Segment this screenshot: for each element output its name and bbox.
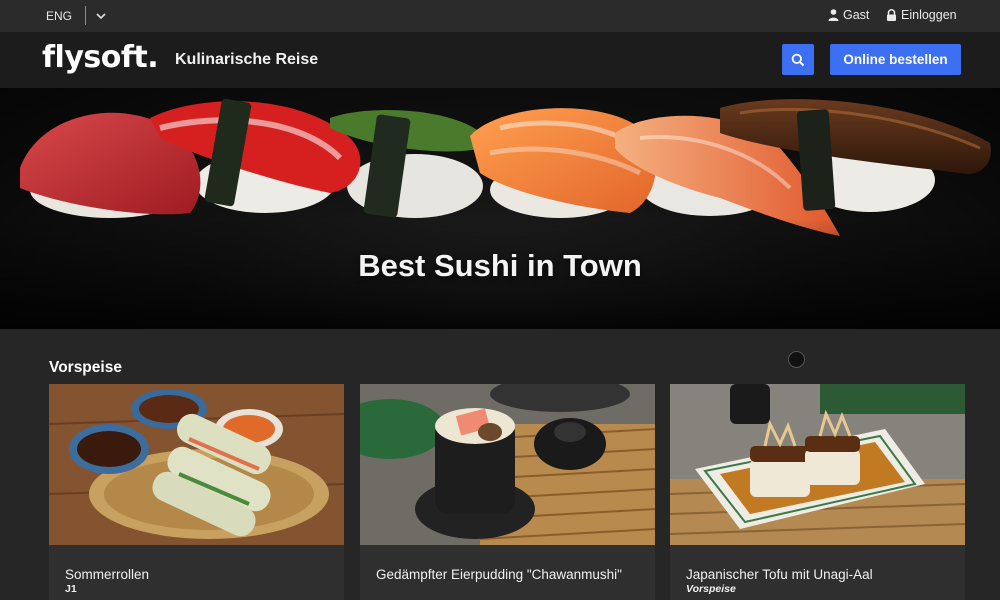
chevron-down-icon[interactable] (94, 9, 108, 23)
login-link[interactable]: Einloggen (886, 8, 957, 22)
scroll-indicator[interactable] (788, 351, 805, 368)
menu-item-name: Japanischer Tofu mit Unagi-Aal (686, 567, 873, 582)
menu-item-card[interactable]: Gedämpfter Eierpudding "Chawanmushi" (360, 384, 655, 600)
menu-item-code: J1 (65, 583, 77, 595)
language-divider (85, 6, 86, 25)
menu-item-name: Gedämpfter Eierpudding "Chawanmushi" (376, 567, 622, 582)
hero-title: Best Sushi in Town (358, 248, 642, 283)
logo[interactable]: flysoft. (42, 40, 159, 75)
summer-rolls-image (49, 384, 344, 545)
tofu-unagi-image (670, 384, 965, 545)
main-header: flysoft. Kulinarische Reise Online beste… (0, 32, 1000, 88)
user-icon (828, 9, 839, 21)
login-label: Einloggen (901, 8, 957, 22)
lock-icon (887, 9, 896, 21)
menu-item-name: Sommerrollen (65, 567, 150, 582)
chawanmushi-image (360, 384, 655, 545)
language-selector[interactable]: ENG (46, 9, 72, 23)
menu-item-category: Vorspeise (686, 583, 736, 595)
menu-item-card[interactable]: Sommerrollen J1 (49, 384, 344, 600)
restaurant-tagline: Kulinarische Reise (175, 51, 319, 68)
search-icon (791, 53, 805, 66)
top-utility-bar: ENG Gast Einloggen (0, 0, 1000, 32)
menu-item-card[interactable]: Japanischer Tofu mit Unagi-Aal Vorspeise (670, 384, 965, 600)
guest-label: Gast (843, 8, 870, 22)
section-title: Vorspeise (49, 359, 122, 376)
order-online-button[interactable]: Online bestellen (830, 44, 961, 75)
guest-link[interactable]: Gast (828, 8, 869, 22)
search-button[interactable] (782, 44, 814, 75)
hero-banner: Best Sushi in Town (0, 88, 1000, 329)
sushi-hero-image (0, 98, 1000, 329)
